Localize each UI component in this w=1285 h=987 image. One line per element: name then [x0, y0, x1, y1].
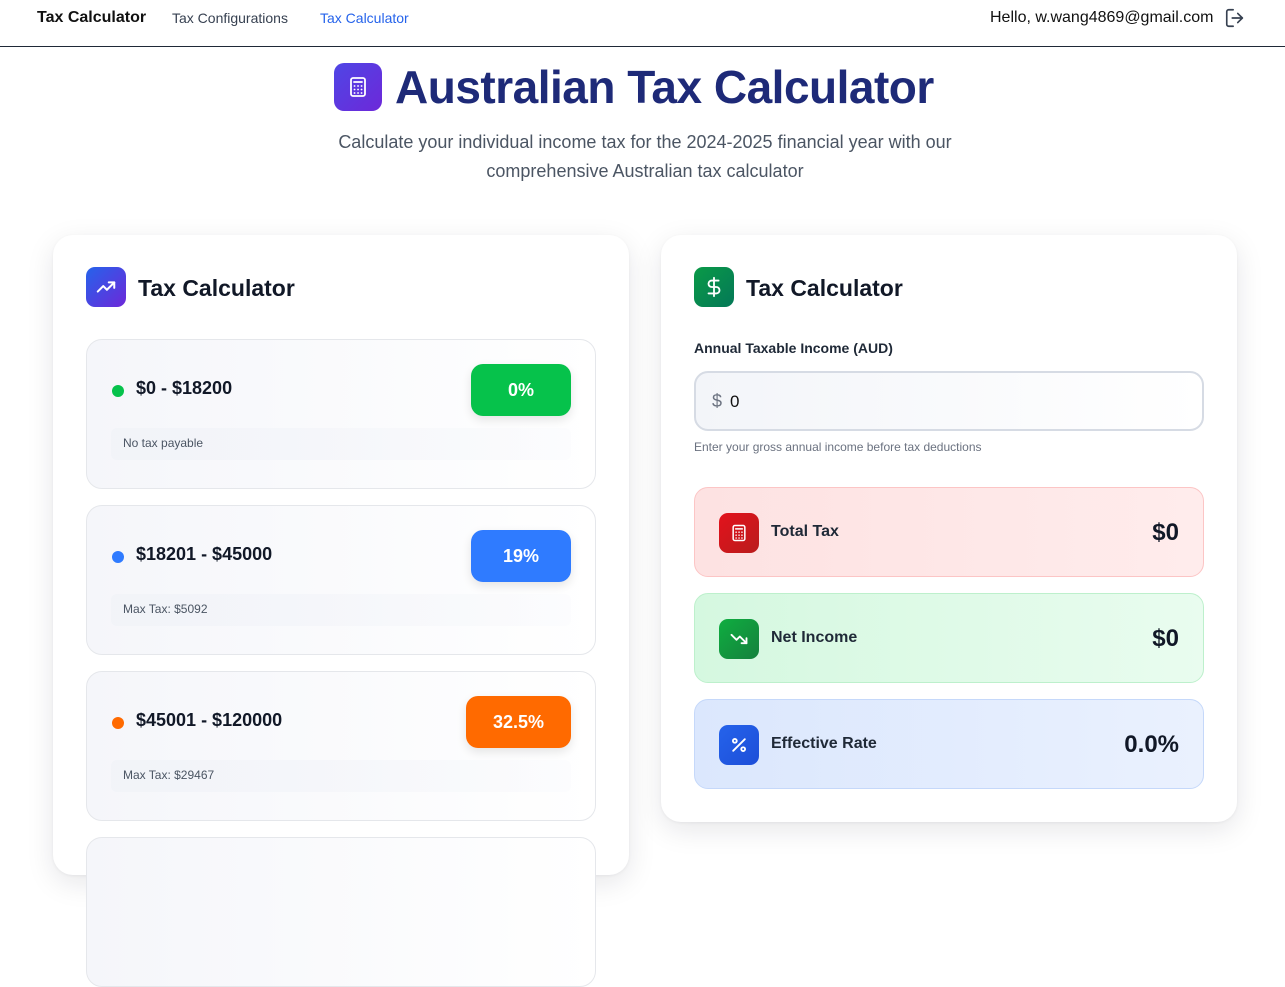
bracket-range: $18201 - $45000	[136, 544, 273, 564]
bracket-note: No tax payable	[111, 428, 571, 460]
bracket-rate-badge: 19%	[471, 530, 571, 582]
trending-up-icon	[86, 267, 126, 307]
bracket-note: Max Tax: $29467	[111, 760, 571, 792]
currency-prefix: $	[712, 391, 723, 411]
calculator-card: Tax Calculator Annual Taxable Income (AU…	[661, 235, 1237, 822]
calculator-icon	[719, 513, 759, 553]
page-subtitle: Calculate your individual income tax for…	[338, 132, 952, 181]
calculator-card-title: Tax Calculator	[746, 275, 903, 301]
bracket-range: $0 - $18200	[136, 378, 233, 398]
total-tax-result: Total Tax $0	[694, 487, 1204, 577]
bracket-rate-badge: 0%	[471, 364, 571, 416]
income-field-label: Annual Taxable Income (AUD)	[694, 340, 893, 356]
brackets-card-title: Tax Calculator	[138, 275, 295, 301]
tax-bracket-item: $45001 - $120000 32.5% Max Tax: $29467	[86, 671, 596, 821]
net-income-label: Net Income	[771, 629, 858, 646]
user-greeting: Hello, w.wang4869@gmail.com	[990, 9, 1214, 26]
total-tax-value: $0	[1152, 519, 1179, 546]
income-input-wrapper[interactable]: $	[694, 371, 1204, 431]
income-hint: Enter your gross annual income before ta…	[694, 440, 982, 454]
brand-logo[interactable]: Tax Calculator	[37, 9, 146, 27]
total-tax-label: Total Tax	[771, 523, 839, 540]
nav-link-tax-configurations[interactable]: Tax Configurations	[172, 10, 288, 26]
tax-bracket-item	[86, 837, 596, 987]
effective-rate-value: 0.0%	[1124, 731, 1179, 758]
bracket-note: Max Tax: $5092	[111, 594, 571, 626]
top-navbar: Tax Calculator Tax Configurations Tax Ca…	[0, 0, 1285, 47]
tax-bracket-item: $0 - $18200 0% No tax payable	[86, 339, 596, 489]
income-input[interactable]	[730, 390, 1170, 414]
bracket-color-dot	[112, 717, 124, 729]
bracket-range: $45001 - $120000	[136, 710, 283, 730]
bracket-color-dot	[112, 551, 124, 563]
dollar-sign-icon	[694, 267, 734, 307]
page-title: Australian Tax Calculator	[395, 61, 934, 113]
nav-link-tax-calculator[interactable]: Tax Calculator	[320, 10, 409, 26]
percent-icon	[719, 725, 759, 765]
net-income-result: Net Income $0	[694, 593, 1204, 683]
logout-icon[interactable]	[1224, 7, 1246, 29]
bracket-color-dot	[112, 385, 124, 397]
effective-rate-label: Effective Rate	[771, 735, 877, 752]
effective-rate-result: Effective Rate 0.0%	[694, 699, 1204, 789]
tax-brackets-card: Tax Calculator $0 - $18200 0% No tax pay…	[53, 235, 629, 987]
net-income-value: $0	[1152, 625, 1179, 652]
calculator-icon	[334, 63, 382, 111]
trending-down-icon	[719, 619, 759, 659]
tax-bracket-item: $18201 - $45000 19% Max Tax: $5092	[86, 505, 596, 655]
bracket-rate-badge: 32.5%	[466, 696, 571, 748]
